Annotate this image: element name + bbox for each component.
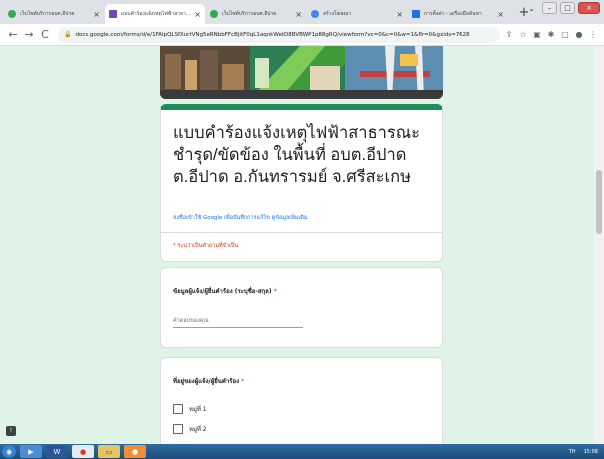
language-indicator[interactable]: TH [569, 449, 576, 455]
report-abuse-icon[interactable]: ! [6, 426, 16, 436]
tab-2-label: แบบคำร้องแจ้งเหตุไฟฟ้าสาธารณะ [121, 11, 192, 17]
required-note: * ระบุว่าเป็นคำถามที่จำเป็น [173, 243, 239, 249]
answer-input[interactable]: คำตอบของคุณ [173, 314, 303, 328]
menu-icon[interactable]: ⋮ [588, 30, 598, 39]
back-icon[interactable]: ← [6, 28, 20, 41]
site-favicon-icon [210, 10, 218, 18]
window-controls: ⌄ – □ × [528, 2, 600, 14]
browser-toolbar: ← → C 🔒 docs.google.com/forms/d/e/1FAIpQ… [0, 24, 604, 46]
tab-4-label: สร้างโฆษณา [323, 11, 352, 17]
scrollbar-thumb[interactable] [596, 170, 602, 234]
sidepanel-icon[interactable]: ▢ [560, 30, 570, 39]
form-page[interactable]: แบบคำร้องแจ้งเหตุไฟฟ้าสาธารณะชำรุด/ขัดข้… [0, 46, 604, 444]
tab-1[interactable]: เว็บไซต์บริการอบต.อีปาด × [4, 4, 104, 24]
signin-link[interactable]: ลงชื่อเข้าใช้ Google เพื่อบันทึกการแก้ไข… [173, 214, 308, 222]
tab-3[interactable]: เว็บไซต์บริการอบต.อีปาด × [206, 4, 306, 24]
close-tab-icon[interactable]: × [396, 10, 403, 19]
maximize-icon[interactable]: □ [560, 2, 575, 14]
close-tab-icon[interactable]: × [194, 10, 201, 19]
site-favicon-icon [8, 10, 16, 18]
tab-5-label: การตั้งค่า - เครื่องมือค้นหา [424, 11, 482, 17]
share-icon[interactable]: ⇪ [504, 30, 514, 39]
close-tab-icon[interactable]: × [497, 10, 504, 19]
option-label: หมู่ที่ 2 [189, 426, 207, 433]
word-icon[interactable]: W [46, 445, 68, 458]
tab-5[interactable]: การตั้งค่า - เครื่องมือค้นหา × [408, 4, 508, 24]
question-text: ข้อมูลผู้แจ้ง/ผู้ยื่นคำร้อง (ระบุชื่อ-สก… [173, 288, 272, 295]
checkbox-option[interactable]: หมู่ที่ 2 [173, 424, 207, 434]
forms-favicon-icon [109, 10, 117, 18]
tab-3-label: เว็บไซต์บริการอบต.อีปาด [222, 11, 277, 17]
checkbox-option[interactable]: หมู่ที่ 1 [173, 404, 207, 414]
form-header-card: แบบคำร้องแจ้งเหตุไฟฟ้าสาธารณะชำรุด/ขัดข้… [160, 104, 443, 262]
option-label: หมู่ที่ 1 [189, 406, 207, 413]
system-tray: TH 15:08 [569, 444, 598, 459]
checkbox[interactable] [173, 424, 183, 434]
os-taskbar: ◉ ▶ W ● ▭ ● TH 15:08 [0, 444, 604, 459]
question-label: ที่อยู่ของผู้แจ้ง/ผู้ยื่นคำร้อง * [173, 376, 244, 386]
start-icon[interactable]: ◉ [2, 445, 16, 458]
address-bar[interactable]: 🔒 docs.google.com/forms/d/e/1FAIpQLSfXur… [58, 26, 500, 43]
form-title: แบบคำร้องแจ้งเหตุไฟฟ้าสาธารณะชำรุด/ขัดข้… [173, 124, 420, 186]
lock-icon[interactable]: 🔒 [64, 31, 71, 38]
question-label: ข้อมูลผู้แจ้ง/ผู้ยื่นคำร้อง (ระบุชื่อ-สก… [173, 286, 277, 296]
media-player-icon[interactable]: ▶ [20, 445, 42, 458]
question-card-address: ที่อยู่ของผู้แจ้ง/ผู้ยื่นคำร้อง * หมู่ที… [160, 357, 443, 444]
reload-icon[interactable]: C [38, 28, 52, 41]
required-asterisk: * [273, 288, 277, 295]
puzzle-icon[interactable]: ✱ [546, 30, 556, 39]
tab-2[interactable]: แบบคำร้องแจ้งเหตุไฟฟ้าสาธารณะ × [105, 4, 205, 24]
close-tab-icon[interactable]: × [93, 10, 100, 19]
app-icon[interactable]: ● [124, 445, 146, 458]
bookmark-star-icon[interactable]: ☆ [518, 30, 528, 39]
chrome-icon[interactable]: ● [72, 445, 94, 458]
tab-search-icon[interactable]: ⌄ [528, 4, 535, 13]
url-text: docs.google.com/forms/d/e/1FAIpQLSfXurtV… [75, 31, 470, 38]
clock[interactable]: 15:08 [584, 449, 598, 455]
extension-icon[interactable]: ▣ [532, 30, 542, 39]
header-banner-image [160, 46, 443, 99]
close-window-icon[interactable]: × [578, 2, 600, 14]
question-card-reporter: ข้อมูลผู้แจ้ง/ผู้ยื่นคำร้อง (ระบุชื่อ-สก… [160, 267, 443, 348]
ads-favicon-icon [311, 10, 319, 18]
close-tab-icon[interactable]: × [295, 10, 302, 19]
settings-favicon-icon [412, 10, 420, 18]
profile-icon[interactable]: ● [574, 30, 584, 39]
folder-icon[interactable]: ▭ [98, 445, 120, 458]
checkbox[interactable] [173, 404, 183, 414]
tab-4[interactable]: สร้างโฆษณา × [307, 4, 407, 24]
minimize-icon[interactable]: – [542, 2, 557, 14]
forward-icon[interactable]: → [22, 28, 36, 41]
question-text: ที่อยู่ของผู้แจ้ง/ผู้ยื่นคำร้อง [173, 378, 239, 385]
banner-illustration [160, 46, 443, 99]
page-scrollbar[interactable] [594, 46, 604, 444]
tab-1-label: เว็บไซต์บริการอบต.อีปาด [20, 11, 75, 17]
tab-strip: เว็บไซต์บริการอบต.อีปาด × แบบคำร้องแจ้งเ… [0, 0, 604, 24]
required-asterisk: * [241, 378, 245, 385]
divider [161, 232, 442, 233]
